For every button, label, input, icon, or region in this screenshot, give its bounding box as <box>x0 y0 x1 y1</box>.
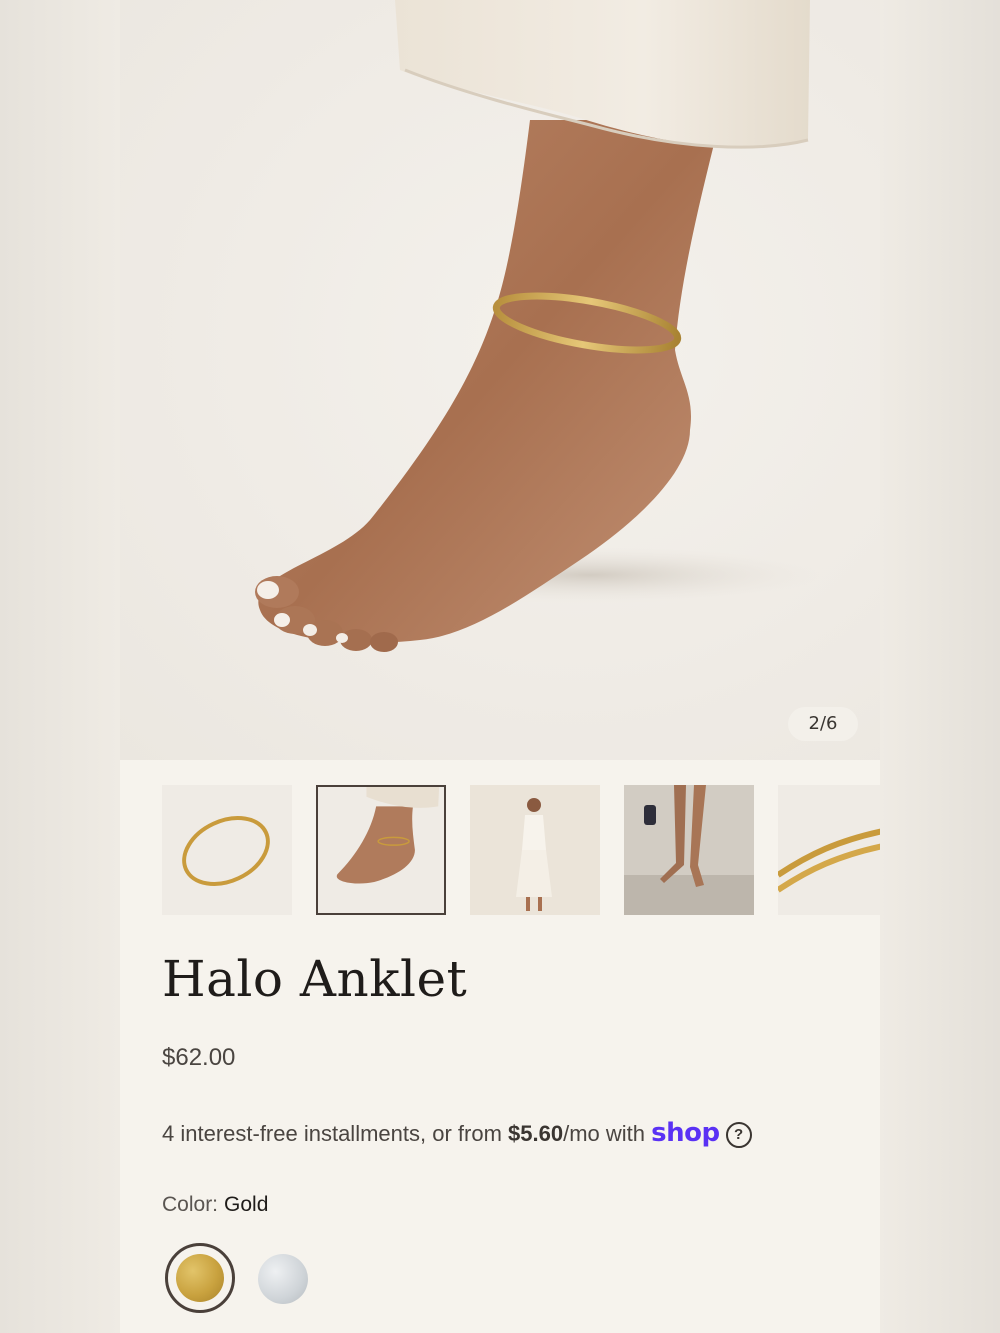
thumb-anklet-on-foot[interactable] <box>316 785 446 915</box>
anklet-closeup-icon <box>778 785 880 915</box>
slide-counter: 2/6 <box>788 707 858 741</box>
anklet-ring-icon <box>162 785 292 915</box>
product-title: Halo Anklet <box>162 950 468 1008</box>
selected-color-value: Gold <box>224 1193 269 1216</box>
installments-prefix: 4 interest-free installments, or from <box>162 1121 509 1146</box>
installments-amount: $5.60 <box>508 1121 564 1146</box>
thumb-anklet-closeup[interactable] <box>778 785 880 915</box>
thumb-model-white-dress[interactable] <box>470 785 600 915</box>
help-icon[interactable]: ? <box>725 1122 752 1148</box>
color-label-text: Color: <box>162 1193 219 1216</box>
installments-info: 4 interest-free installments, or from $5… <box>162 1118 752 1148</box>
right-backdrop <box>880 0 1000 1333</box>
thumb-anklet-product[interactable] <box>162 785 292 915</box>
product-page: 2/6 Halo Anklet $62.00 4 interest-free i… <box>120 0 880 1333</box>
thumbnail-strip[interactable] <box>162 785 880 915</box>
thumb-legs-sandals[interactable] <box>624 785 754 915</box>
color-label: Color: Gold <box>162 1193 268 1217</box>
foot-thumbnail-icon <box>318 787 444 913</box>
color-swatch-silver[interactable] <box>258 1254 308 1304</box>
model-thumbnail-icon <box>470 785 600 915</box>
color-swatch-gold[interactable] <box>176 1254 224 1302</box>
foot-illustration <box>255 0 820 652</box>
product-price: $62.00 <box>162 1044 236 1071</box>
left-backdrop <box>0 0 120 1333</box>
product-main-image[interactable]: 2/6 <box>120 0 880 760</box>
legs-thumbnail-icon <box>624 785 754 915</box>
installments-suffix: /mo with <box>563 1121 652 1146</box>
shop-pay-logo: shop <box>651 1118 720 1148</box>
